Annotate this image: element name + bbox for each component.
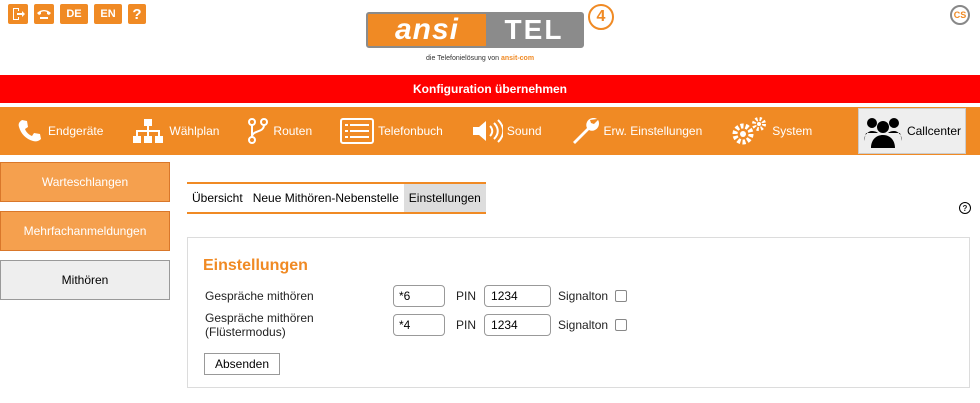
- nav-item-endgeraete[interactable]: Endgeräte: [16, 107, 103, 155]
- nav-item-callcenter[interactable]: Callcenter: [857, 108, 966, 154]
- main-nav: Endgeräte Wählplan Routen Telefonbuch So…: [0, 107, 980, 155]
- nav-label: Endgeräte: [48, 124, 104, 138]
- logo-tagline: die Telefonielösung von ansit-com: [426, 55, 534, 62]
- sidebar-item-mithoeren[interactable]: Mithören: [0, 260, 170, 300]
- sidebar-item-mehrfachanmeldungen[interactable]: Mehrfachanmeldungen: [0, 211, 170, 251]
- nav-label: Routen: [273, 124, 313, 138]
- sidebar-item-warteschlangen[interactable]: Warteschlangen: [0, 162, 170, 202]
- lang-en-button[interactable]: EN: [94, 4, 122, 24]
- panel-title: Einstellungen: [203, 257, 308, 274]
- signalton-checkbox[interactable]: [615, 290, 628, 302]
- submit-button[interactable]: Absenden: [204, 353, 280, 375]
- signalton-label: Signalton: [558, 318, 609, 332]
- sitemap-icon: [133, 119, 164, 143]
- sidebar: Warteschlangen Mehrfachanmeldungen Mithö…: [0, 162, 170, 309]
- nav-item-erw-einstellungen[interactable]: Erw. Einstellungen: [570, 107, 703, 155]
- top-icons: DE EN ?: [8, 4, 146, 24]
- signalton-checkbox[interactable]: [615, 319, 628, 331]
- logo-left-text: ansi: [394, 13, 460, 46]
- nav-label: Erw. Einstellungen: [603, 124, 703, 138]
- nav-item-sound[interactable]: Sound: [471, 107, 542, 155]
- tab-einstellungen[interactable]: Einstellungen: [403, 184, 486, 212]
- apply-config-button[interactable]: Konfiguration übernehmen: [0, 75, 980, 103]
- row-label: Gespräche mithören: [205, 289, 314, 303]
- logo-right-text: TEL: [486, 14, 582, 46]
- tab-neue-mithoeren-nebenstelle[interactable]: Neue Mithören-Nebenstelle: [248, 184, 404, 212]
- gears-icon: [732, 117, 767, 145]
- logout-icon[interactable]: [8, 4, 28, 24]
- logo-tagline-prefix: die Telefonielösung von: [426, 55, 500, 62]
- logo-box: ansi TEL: [366, 12, 584, 48]
- nav-item-routen[interactable]: Routen: [247, 107, 312, 155]
- nav-label: Wählplan: [169, 124, 220, 138]
- pin-label: PIN: [456, 289, 477, 303]
- phone-hangup-icon[interactable]: [34, 4, 54, 24]
- wrench-icon: [572, 118, 599, 144]
- cs-icon[interactable]: CS: [950, 5, 970, 25]
- nav-item-waehlplan[interactable]: Wählplan: [131, 107, 219, 155]
- nav-label: System: [772, 124, 813, 138]
- subtabs: Übersicht Neue Mithören-Nebenstelle Eins…: [187, 182, 486, 214]
- route-icon: [248, 118, 269, 144]
- settings-row-mithoeren: Gespräche mithören PIN Signalton: [205, 285, 628, 307]
- header: DE EN ? ansi TEL 4 die Telefonielösung v…: [0, 0, 980, 75]
- signalton-label: Signalton: [558, 289, 609, 303]
- lang-de-button[interactable]: DE: [60, 4, 88, 24]
- logo-version-badge: 4: [588, 4, 614, 30]
- help-icon[interactable]: ?: [959, 202, 971, 214]
- pin-input[interactable]: [484, 314, 552, 336]
- pin-label: PIN: [456, 318, 477, 332]
- list-icon: [340, 118, 375, 144]
- row-label: Gespräche mithören (Flüstermodus): [205, 311, 314, 339]
- nav-label: Sound: [506, 124, 542, 138]
- pin-input[interactable]: [484, 285, 552, 307]
- nav-label: Callcenter: [906, 124, 961, 138]
- logo: ansi TEL 4 die Telefonielösung von ansit…: [366, 3, 616, 71]
- help-button[interactable]: ?: [128, 4, 146, 24]
- code-input[interactable]: [393, 285, 445, 307]
- phone-icon: [18, 120, 41, 142]
- code-input[interactable]: [393, 314, 445, 336]
- settings-panel: Einstellungen Gespräche mithören PIN Sig…: [187, 237, 970, 388]
- users-icon: [863, 118, 902, 148]
- nav-item-telefonbuch[interactable]: Telefonbuch: [340, 107, 443, 155]
- speaker-icon: [472, 119, 503, 143]
- nav-item-system[interactable]: System: [730, 107, 812, 155]
- logo-tagline-brand: ansit-com: [501, 55, 535, 62]
- settings-row-fluestermodus: Gespräche mithören (Flüstermodus) PIN Si…: [205, 311, 628, 339]
- tab-uebersicht[interactable]: Übersicht: [187, 184, 248, 212]
- nav-label: Telefonbuch: [378, 124, 443, 138]
